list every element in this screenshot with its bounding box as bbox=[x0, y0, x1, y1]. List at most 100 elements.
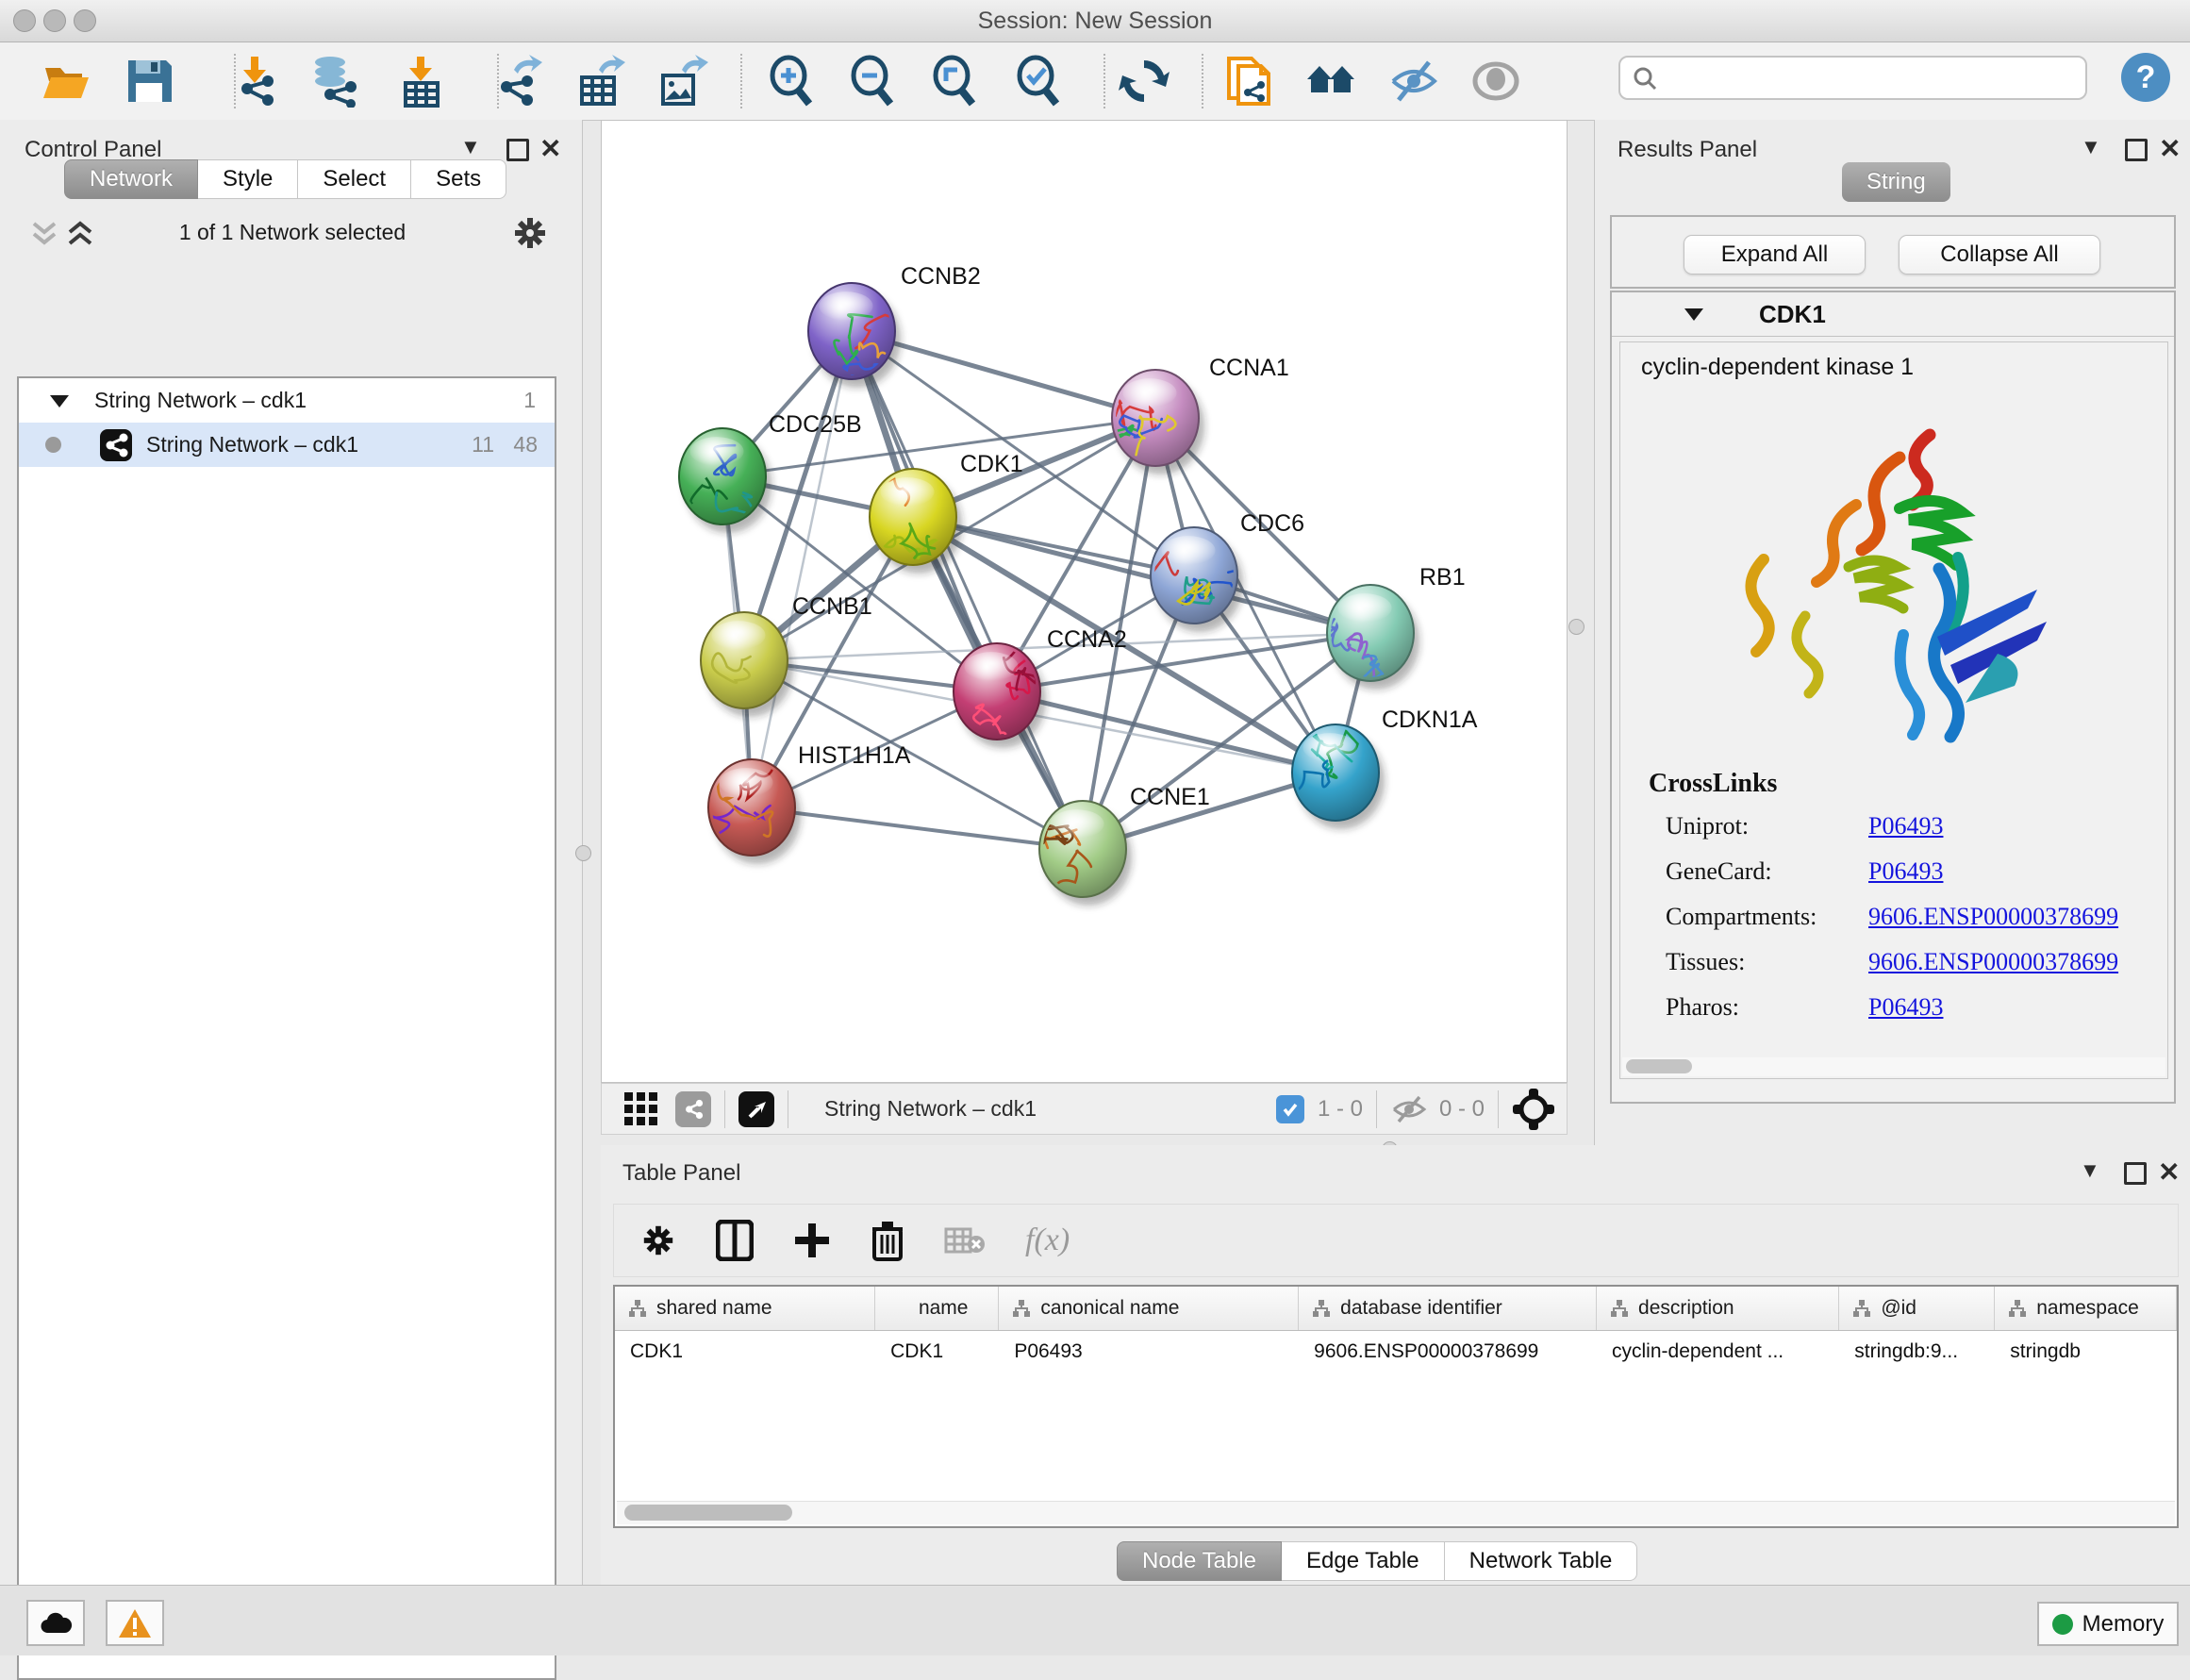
search-input[interactable] bbox=[1658, 65, 2058, 91]
tab-network[interactable]: Network bbox=[64, 159, 198, 199]
zoom-fit-icon[interactable] bbox=[929, 55, 982, 108]
network-svg[interactable]: CCNB2CCNA1CDC25BCDK1CDC6RB1CCNB1CCNA2CDK… bbox=[601, 120, 1568, 1083]
network-row-label: String Network – cdk1 bbox=[146, 432, 358, 457]
open-session-icon[interactable] bbox=[40, 55, 92, 108]
table-cell[interactable]: stringdb bbox=[1995, 1331, 2177, 1372]
float-panel-icon[interactable] bbox=[2124, 1162, 2147, 1185]
column-header-id[interactable]: @id bbox=[1839, 1287, 1995, 1330]
network-collection-row[interactable]: String Network – cdk1 1 bbox=[19, 378, 555, 423]
close-panel-icon[interactable]: ✕ bbox=[2158, 1156, 2180, 1188]
crosslink-value-link[interactable]: 9606.ENSP00000378699 bbox=[1868, 948, 2118, 976]
column-header-canonicalname[interactable]: canonical name bbox=[999, 1287, 1299, 1330]
network-node-cdkn1a[interactable] bbox=[1287, 724, 1379, 821]
grid-view-icon[interactable] bbox=[622, 1090, 660, 1128]
table-gear-icon[interactable] bbox=[640, 1223, 676, 1258]
network-view-icon[interactable] bbox=[675, 1091, 711, 1127]
crosslink-value-link[interactable]: 9606.ENSP00000378699 bbox=[1868, 903, 2118, 931]
network-snapshot-icon[interactable] bbox=[1221, 55, 1274, 108]
add-column-icon[interactable] bbox=[793, 1222, 831, 1259]
crosslink-value-link[interactable]: P06493 bbox=[1868, 993, 1943, 1022]
network-row[interactable]: String Network – cdk1 11 48 bbox=[19, 423, 555, 467]
collapse-panel-icon[interactable]: ▼ bbox=[2080, 1158, 2100, 1183]
network-node-hist1h1a[interactable] bbox=[708, 759, 795, 856]
crosslink-value-link[interactable]: P06493 bbox=[1868, 857, 1943, 886]
save-session-icon[interactable] bbox=[123, 55, 175, 108]
birdseye-toggle-icon[interactable] bbox=[738, 1091, 774, 1127]
show-columns-icon[interactable] bbox=[716, 1220, 754, 1261]
gene-header-row[interactable]: CDK1 bbox=[1612, 292, 2174, 337]
cloud-button[interactable] bbox=[26, 1600, 85, 1646]
column-header-description[interactable]: description bbox=[1597, 1287, 1839, 1330]
table-cell[interactable]: cyclin-dependent ... bbox=[1597, 1331, 1839, 1372]
scrollbar-thumb[interactable] bbox=[624, 1505, 792, 1521]
close-panel-icon[interactable]: ✕ bbox=[539, 133, 561, 164]
network-node-ccnb1[interactable] bbox=[701, 612, 788, 708]
node-table[interactable]: shared namenamecanonical namedatabase id… bbox=[613, 1285, 2179, 1528]
export-image-icon[interactable] bbox=[655, 55, 708, 108]
memory-button[interactable]: Memory bbox=[2037, 1602, 2179, 1646]
table-cell[interactable]: stringdb:9... bbox=[1839, 1331, 1995, 1372]
table-cell[interactable]: P06493 bbox=[999, 1331, 1299, 1372]
search-box[interactable] bbox=[1618, 56, 2087, 100]
column-header-databaseidentifier[interactable]: database identifier bbox=[1299, 1287, 1597, 1330]
fit-content-target-icon[interactable] bbox=[1512, 1088, 1555, 1131]
network-node-ccna1[interactable] bbox=[1112, 370, 1199, 466]
expand-all-button[interactable]: Expand All bbox=[1684, 235, 1866, 274]
tab-edge-table[interactable]: Edge Table bbox=[1282, 1541, 1445, 1581]
column-header-namespace[interactable]: namespace bbox=[1995, 1287, 2177, 1330]
scrollbar-thumb[interactable] bbox=[1626, 1059, 1692, 1073]
gear-icon[interactable] bbox=[511, 214, 549, 252]
table-cell[interactable]: CDK1 bbox=[615, 1331, 875, 1372]
column-header-name[interactable]: name bbox=[875, 1287, 999, 1330]
toolbar-separator bbox=[740, 54, 742, 108]
delete-column-icon[interactable] bbox=[871, 1220, 904, 1261]
table-panel-title: Table Panel bbox=[622, 1160, 740, 1187]
crosslink-value-link[interactable]: P06493 bbox=[1868, 812, 1943, 840]
import-table-icon[interactable] bbox=[394, 55, 447, 108]
left-splitter-handle[interactable] bbox=[575, 845, 591, 861]
import-network-icon[interactable] bbox=[228, 55, 281, 108]
tree-expander-icon[interactable] bbox=[49, 393, 70, 408]
warning-button[interactable] bbox=[106, 1600, 164, 1646]
float-panel-icon[interactable] bbox=[2125, 139, 2148, 161]
float-panel-icon[interactable] bbox=[506, 139, 529, 161]
network-node-cdc25b[interactable] bbox=[672, 428, 766, 524]
tab-select[interactable]: Select bbox=[298, 159, 411, 199]
network-node-rb1[interactable] bbox=[1318, 585, 1414, 684]
crosslink-label: Pharos: bbox=[1666, 993, 1868, 1022]
collapse-panel-icon[interactable]: ▼ bbox=[460, 135, 481, 159]
network-node-ccnb2[interactable] bbox=[808, 283, 925, 380]
right-splitter-handle[interactable] bbox=[1568, 619, 1584, 635]
table-cell[interactable]: 9606.ENSP00000378699 bbox=[1299, 1331, 1597, 1372]
close-panel-icon[interactable]: ✕ bbox=[2159, 133, 2181, 164]
apply-layout-icon[interactable] bbox=[1118, 55, 1170, 108]
table-row[interactable]: CDK1CDK1P064939606.ENSP00000378699cyclin… bbox=[615, 1331, 2177, 1372]
selected-checkbox-icon[interactable] bbox=[1276, 1095, 1304, 1123]
show-hide-eye-icon[interactable] bbox=[1387, 55, 1440, 108]
export-table-icon[interactable] bbox=[574, 55, 627, 108]
eye-disabled-icon[interactable] bbox=[1469, 55, 1522, 108]
collapse-all-button[interactable]: Collapse All bbox=[1899, 235, 2100, 274]
tab-sets[interactable]: Sets bbox=[411, 159, 506, 199]
table-hscrollbar[interactable] bbox=[617, 1501, 2175, 1524]
expand-all-icon[interactable] bbox=[64, 220, 96, 248]
network-node-cdk1[interactable] bbox=[845, 461, 956, 565]
tab-string[interactable]: String bbox=[1842, 162, 1950, 202]
help-button[interactable]: ? bbox=[2121, 53, 2170, 102]
zoom-selected-icon[interactable] bbox=[1013, 55, 1066, 108]
footer-separator bbox=[1498, 1090, 1499, 1128]
tab-network-table[interactable]: Network Table bbox=[1445, 1541, 1638, 1581]
hide-panel-houses-icon[interactable] bbox=[1304, 55, 1357, 108]
import-network-from-database-icon[interactable] bbox=[307, 55, 360, 108]
tab-node-table[interactable]: Node Table bbox=[1117, 1541, 1282, 1581]
table-cell[interactable]: CDK1 bbox=[875, 1331, 999, 1372]
tab-style[interactable]: Style bbox=[198, 159, 298, 199]
collapse-all-icon[interactable] bbox=[28, 220, 60, 248]
zoom-out-icon[interactable] bbox=[847, 55, 900, 108]
collapse-panel-icon[interactable]: ▼ bbox=[2081, 135, 2101, 159]
results-hscrollbar[interactable] bbox=[1622, 1057, 2165, 1076]
export-network-icon[interactable] bbox=[493, 55, 546, 108]
collapse-gene-icon[interactable] bbox=[1684, 307, 1704, 322]
column-header-sharedname[interactable]: shared name bbox=[615, 1287, 875, 1330]
zoom-in-icon[interactable] bbox=[766, 55, 819, 108]
